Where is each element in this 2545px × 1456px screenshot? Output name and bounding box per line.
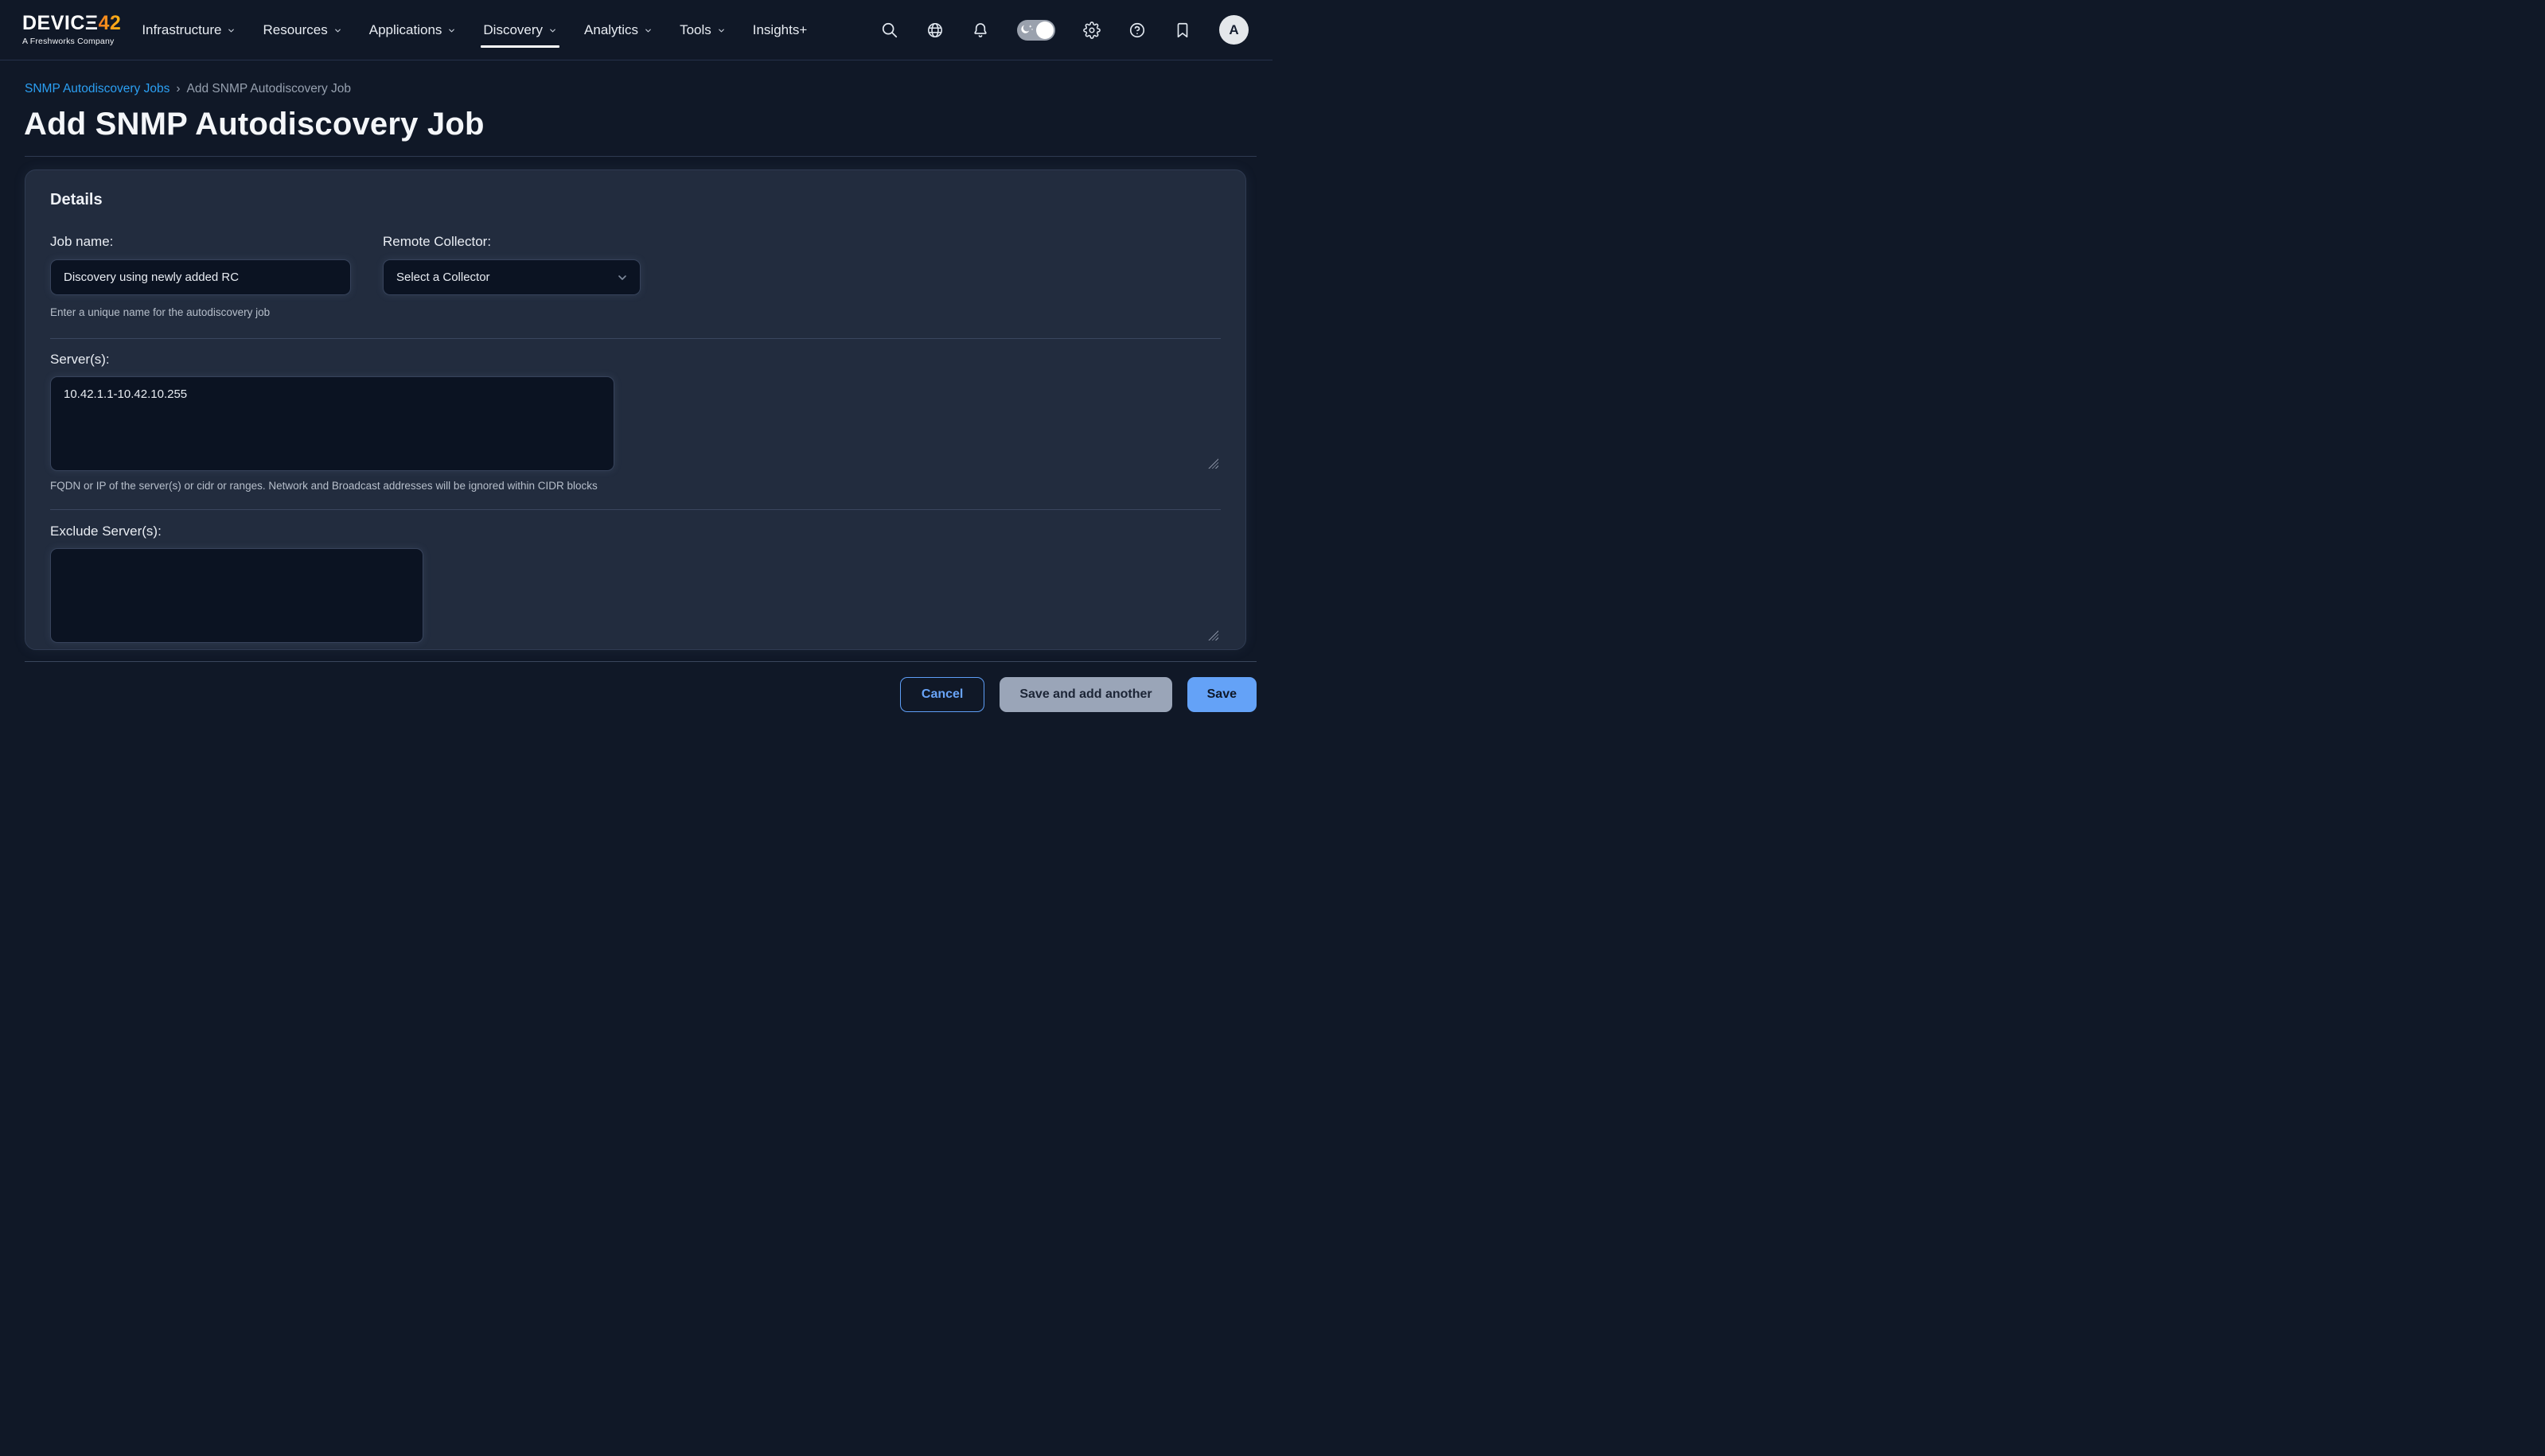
remote-collector-selected-value: Select a Collector <box>396 271 490 284</box>
top-navbar: DEVICΞ42 A Freshworks Company Infrastruc… <box>0 0 1272 60</box>
exclude-servers-textarea[interactable] <box>50 548 423 643</box>
nav-item-analytics[interactable]: Analytics <box>584 0 653 60</box>
breadcrumb-separator: › <box>176 82 180 96</box>
help-icon[interactable] <box>1128 21 1146 39</box>
search-icon[interactable] <box>881 21 898 39</box>
chevron-down-icon <box>227 26 236 35</box>
toggle-knob <box>1036 21 1054 39</box>
remote-collector-label: Remote Collector: <box>383 234 491 249</box>
job-name-label: Job name: <box>50 234 113 249</box>
logo-tagline: A Freshworks Company <box>22 37 121 46</box>
nav-item-label: Insights+ <box>753 22 808 38</box>
nav-item-discovery[interactable]: Discovery <box>483 0 557 60</box>
nav-item-label: Infrastructure <box>142 22 221 38</box>
chevron-down-icon <box>333 26 342 35</box>
details-card: Details Job name: Enter a unique name fo… <box>25 169 1246 650</box>
moon-stars-icon <box>1020 23 1035 37</box>
nav-item-infrastructure[interactable]: Infrastructure <box>142 0 236 60</box>
exclude-servers-textarea-wrap <box>50 548 1221 643</box>
bookmark-icon[interactable] <box>1174 21 1191 39</box>
servers-textarea-wrap: 10.42.1.1-10.42.10.255 <box>50 376 1221 471</box>
user-avatar[interactable]: A <box>1219 15 1249 45</box>
nav-item-label: Analytics <box>584 22 638 38</box>
exclude-servers-label: Exclude Server(s): <box>50 524 1221 539</box>
chevron-down-icon <box>548 26 557 35</box>
servers-label: Server(s): <box>50 352 1221 368</box>
device42-logo-wordmark: DEVICΞ42 <box>22 14 121 33</box>
globe-icon[interactable] <box>926 21 944 39</box>
footer-divider <box>25 661 1257 662</box>
page-title: Add SNMP Autodiscovery Job <box>24 107 1246 142</box>
topbar-actions: A <box>881 15 1249 45</box>
servers-textarea[interactable]: 10.42.1.1-10.42.10.255 <box>50 376 614 471</box>
nav-item-label: Applications <box>369 22 442 38</box>
cancel-button[interactable]: Cancel <box>900 677 984 712</box>
avatar-initial: A <box>1229 22 1238 38</box>
nav-item-insights[interactable]: Insights+ <box>753 0 808 60</box>
section-divider <box>50 509 1221 510</box>
device42-logo[interactable]: DEVICΞ42 A Freshworks Company <box>22 14 121 46</box>
bell-icon[interactable] <box>972 21 989 39</box>
job-name-column: Job name: Enter a unique name for the au… <box>50 234 351 318</box>
chevron-down-icon <box>717 26 726 35</box>
main-nav: Infrastructure Resources Applications Di… <box>142 0 807 60</box>
job-name-helper: Enter a unique name for the autodiscover… <box>50 306 351 318</box>
save-and-add-another-button[interactable]: Save and add another <box>1000 677 1171 712</box>
job-name-input[interactable] <box>50 259 351 295</box>
nav-item-label: Tools <box>680 22 711 38</box>
name-collector-row: Job name: Enter a unique name for the au… <box>50 234 1221 318</box>
remote-collector-select[interactable]: Select a Collector <box>383 259 641 295</box>
logo-text-prefix: DEVIC <box>22 14 85 33</box>
logo-barred-e: Ξ <box>85 14 99 33</box>
nav-item-tools[interactable]: Tools <box>680 0 726 60</box>
resize-handle[interactable] <box>1208 458 1218 469</box>
gear-icon[interactable] <box>1083 21 1101 39</box>
logo-text-42: 42 <box>99 14 122 33</box>
save-button[interactable]: Save <box>1187 677 1257 712</box>
chevron-down-icon <box>644 26 653 35</box>
breadcrumb-current: Add SNMP Autodiscovery Job <box>187 82 352 96</box>
nav-item-applications[interactable]: Applications <box>369 0 457 60</box>
nav-item-resources[interactable]: Resources <box>263 0 341 60</box>
breadcrumb: SNMP Autodiscovery Jobs › Add SNMP Autod… <box>25 82 1246 96</box>
breadcrumb-link-snmp-jobs[interactable]: SNMP Autodiscovery Jobs <box>25 82 170 96</box>
form-top-divider <box>25 156 1257 157</box>
chevron-down-icon <box>447 26 456 35</box>
theme-toggle[interactable] <box>1017 20 1055 41</box>
remote-collector-column: Remote Collector: Select a Collector <box>383 234 641 318</box>
nav-item-label: Discovery <box>483 22 543 38</box>
nav-item-label: Resources <box>263 22 327 38</box>
section-divider <box>50 338 1221 339</box>
servers-helper: FQDN or IP of the server(s) or cidr or r… <box>50 480 1221 492</box>
footer-actions: Cancel Save and add another Save <box>0 677 1257 712</box>
details-section-title: Details <box>50 191 1221 209</box>
chevron-down-icon <box>616 271 629 284</box>
resize-handle[interactable] <box>1208 630 1218 640</box>
